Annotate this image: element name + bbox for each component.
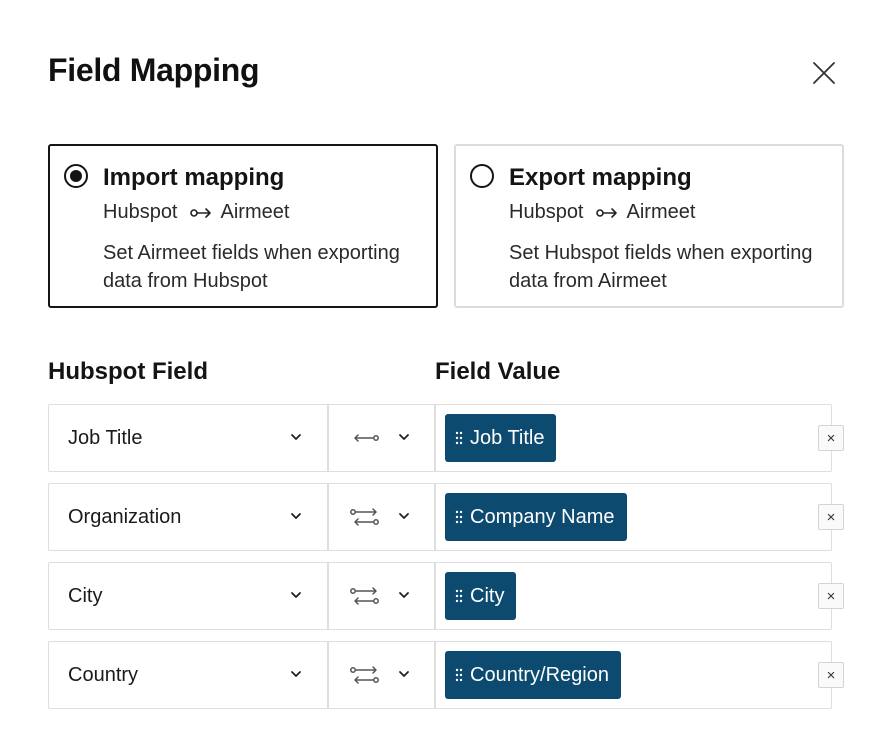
field-value-label: City	[470, 584, 505, 607]
import-mapping-option[interactable]: Import mapping Hubspot Airmeet Set Airme…	[48, 144, 438, 308]
remove-row-button[interactable]: ×	[818, 425, 844, 451]
field-value-label: Country/Region	[470, 663, 609, 686]
hubspot-field-select[interactable]: City	[49, 563, 327, 629]
remove-row-button[interactable]: ×	[818, 583, 844, 609]
export-mapping-option[interactable]: Export mapping Hubspot Airmeet Set Hubsp…	[454, 144, 844, 308]
import-mapping-radio[interactable]	[64, 164, 88, 188]
close-button[interactable]	[808, 57, 840, 89]
hubspot-field-select[interactable]: Organization	[49, 484, 327, 550]
flow-target: Airmeet	[626, 201, 696, 223]
drag-handle-icon[interactable]	[455, 668, 463, 682]
hubspot-field-value: Organization	[68, 505, 182, 528]
export-mapping-flow: Hubspot Airmeet	[509, 201, 695, 224]
two-way-sync-icon	[350, 587, 379, 605]
flow-target: Airmeet	[220, 201, 290, 223]
drag-handle-icon[interactable]	[455, 431, 463, 445]
chevron-down-icon	[291, 434, 301, 440]
import-mapping-flow: Hubspot Airmeet	[103, 201, 289, 224]
drag-handle-icon[interactable]	[455, 589, 463, 603]
drag-handle-icon[interactable]	[455, 510, 463, 524]
hubspot-field-select[interactable]: Job Title	[49, 405, 327, 471]
mapping-row: City City	[48, 562, 832, 630]
flow-source: Hubspot	[103, 201, 178, 223]
chevron-down-icon	[399, 434, 409, 440]
import-mapping-description: Set Airmeet fields when exporting data f…	[103, 242, 400, 292]
remove-row-button[interactable]: ×	[818, 662, 844, 688]
flow-source: Hubspot	[509, 201, 584, 223]
hubspot-field-header: Hubspot Field	[48, 358, 208, 385]
hubspot-field-select[interactable]: Country	[49, 642, 327, 708]
one-way-sync-icon	[354, 434, 379, 442]
sync-mode-select[interactable]	[329, 563, 434, 629]
field-value-chip[interactable]: Country/Region	[445, 651, 621, 699]
two-way-sync-icon	[350, 666, 379, 684]
sync-mode-select[interactable]	[329, 405, 434, 471]
hubspot-field-value: City	[68, 584, 103, 607]
chevron-down-icon	[291, 513, 301, 519]
mapping-row: Job Title Job Title	[48, 404, 832, 472]
close-icon	[813, 62, 835, 84]
chevron-down-icon	[399, 592, 409, 598]
chevron-down-icon	[399, 671, 409, 677]
hubspot-field-value: Country	[68, 663, 139, 686]
dialog-title: Field Mapping	[48, 52, 260, 88]
field-value-label: Job Title	[470, 426, 545, 449]
field-value-label: Company Name	[470, 505, 615, 528]
field-value-chip[interactable]: Job Title	[445, 414, 557, 462]
export-mapping-title: Export mapping	[509, 164, 692, 191]
chevron-down-icon	[399, 513, 409, 519]
chevron-down-icon	[291, 671, 301, 677]
import-mapping-title: Import mapping	[103, 164, 285, 191]
field-value-chip[interactable]: Company Name	[445, 493, 627, 541]
flow-arrow-icon	[595, 207, 618, 219]
mapping-row: Country Country/Region	[48, 641, 832, 709]
two-way-sync-icon	[350, 508, 379, 526]
field-value-chip[interactable]: City	[445, 572, 517, 620]
sync-mode-select[interactable]	[329, 484, 434, 550]
export-mapping-radio[interactable]	[470, 164, 494, 188]
export-mapping-description: Set Hubspot fields when exporting data f…	[509, 242, 813, 292]
chevron-down-icon	[291, 592, 301, 598]
remove-row-button[interactable]: ×	[818, 504, 844, 530]
flow-arrow-icon	[189, 207, 212, 219]
sync-mode-select[interactable]	[329, 642, 434, 708]
mapping-row: Organization Company Name	[48, 483, 832, 551]
field-value-header: Field Value	[435, 358, 561, 385]
hubspot-field-value: Job Title	[68, 426, 143, 449]
